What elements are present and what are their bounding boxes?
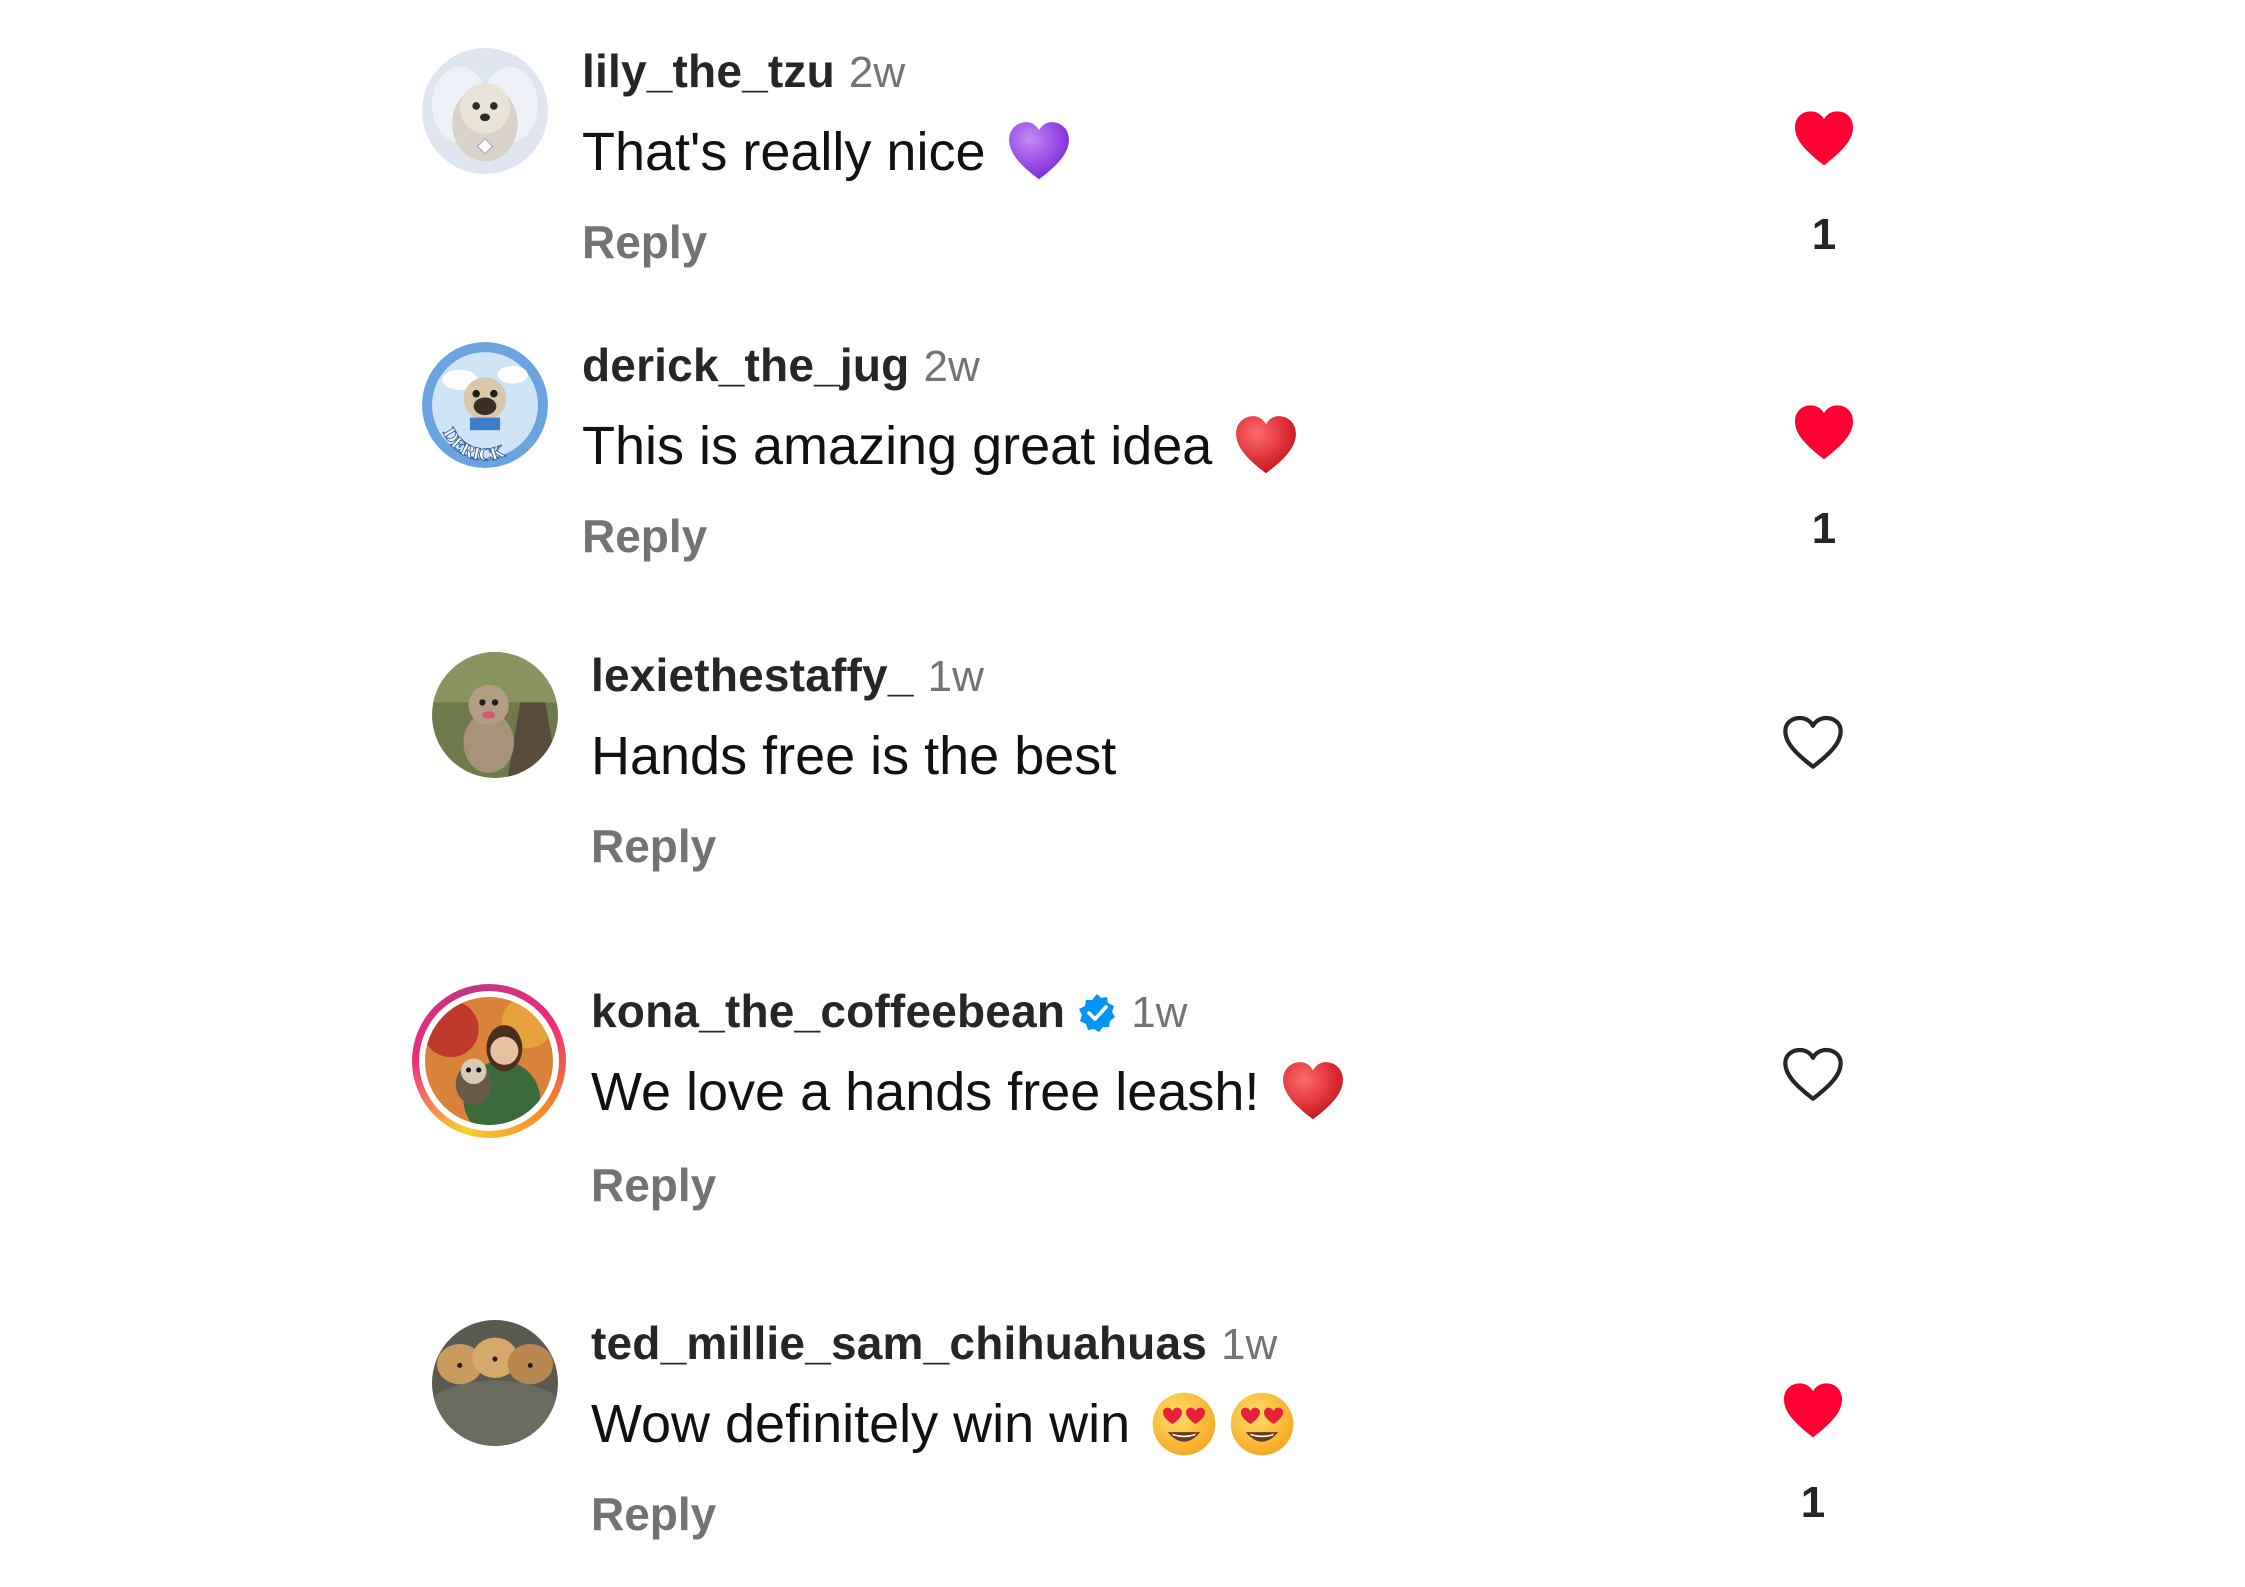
comment-header: derick_the_jug 2w bbox=[582, 338, 980, 394]
comment-body: This is amazing great idea bbox=[582, 416, 1213, 476]
heart-filled-icon[interactable] bbox=[1781, 1382, 1845, 1440]
comment-text: Hands free is the best bbox=[591, 720, 1116, 792]
comment-text: This is amazing great idea bbox=[582, 410, 1300, 482]
comment-header: lexiethestaffy_ 1w bbox=[591, 648, 984, 704]
comment-body: Wow definitely win win bbox=[591, 1394, 1131, 1454]
person-dog-avatar-image bbox=[425, 997, 553, 1125]
dog-avatar-image: DERICK bbox=[422, 342, 548, 468]
reply-button[interactable]: Reply bbox=[591, 1158, 716, 1212]
avatar[interactable] bbox=[432, 652, 558, 778]
verified-badge-icon bbox=[1077, 993, 1117, 1033]
comment-text: Wow definitely win win bbox=[591, 1388, 1296, 1460]
comment-body: Hands free is the best bbox=[591, 726, 1117, 786]
comment-text: We love a hands free leash! bbox=[591, 1056, 1347, 1128]
timestamp: 2w bbox=[923, 342, 980, 391]
comment-text: That's really nice bbox=[582, 116, 1073, 188]
dog-avatar-image bbox=[432, 652, 558, 778]
red-heart-emoji bbox=[1232, 412, 1300, 480]
avatar-story-ring[interactable] bbox=[412, 984, 566, 1138]
timestamp: 2w bbox=[848, 48, 906, 97]
timestamp: 1w bbox=[1131, 988, 1188, 1037]
comment-header: lily_the_tzu 2w bbox=[582, 44, 905, 100]
reply-button[interactable]: Reply bbox=[591, 819, 716, 873]
username-link[interactable]: kona_the_coffeebean bbox=[591, 984, 1065, 1038]
timestamp: 1w bbox=[1221, 1320, 1278, 1369]
username-link[interactable]: lexiethestaffy_ bbox=[591, 648, 914, 702]
comment-header: ted_millie_sam_chihuahuas 1w bbox=[591, 1316, 1277, 1372]
like-count: 1 bbox=[1800, 1478, 1826, 1527]
like-count: 1 bbox=[1811, 504, 1837, 553]
comment-item: lily_the_tzu 2w That's really nice Reply… bbox=[0, 0, 2245, 268]
avatar[interactable] bbox=[432, 1320, 558, 1446]
avatar[interactable]: DERICK bbox=[422, 342, 548, 468]
reply-button[interactable]: Reply bbox=[582, 509, 707, 563]
avatar bbox=[419, 991, 559, 1131]
heart-filled-icon[interactable] bbox=[1792, 110, 1856, 168]
reply-button[interactable]: Reply bbox=[582, 215, 707, 269]
dogs-avatar-image bbox=[432, 1320, 558, 1446]
avatar[interactable] bbox=[422, 48, 548, 174]
heart-outline-icon[interactable] bbox=[1781, 1046, 1845, 1104]
like-count: 1 bbox=[1811, 210, 1837, 259]
dog-avatar-image bbox=[422, 48, 548, 174]
heart-outline-icon[interactable] bbox=[1781, 714, 1845, 772]
comment-item: kona_the_coffeebean 1w We love a hands f… bbox=[0, 940, 2245, 1211]
comment-item: ted_millie_sam_chihuahuas 1w Wow definit… bbox=[0, 1272, 2245, 1540]
comment-body: That's really nice bbox=[582, 122, 986, 182]
heart-eyes-emoji bbox=[1150, 1390, 1218, 1458]
comment-header: kona_the_coffeebean 1w bbox=[591, 984, 1187, 1040]
comment-body: We love a hands free leash! bbox=[591, 1062, 1260, 1122]
username-link[interactable]: ted_millie_sam_chihuahuas bbox=[591, 1316, 1207, 1370]
reply-button[interactable]: Reply bbox=[591, 1487, 716, 1541]
purple-heart-emoji bbox=[1005, 118, 1073, 186]
username-link[interactable]: lily_the_tzu bbox=[582, 44, 835, 98]
timestamp: 1w bbox=[927, 652, 984, 701]
comment-item: lexiethestaffy_ 1w Hands free is the bes… bbox=[0, 604, 2245, 872]
red-heart-emoji bbox=[1279, 1058, 1347, 1126]
comment-item: DERICK derick_the_jug 2w This is amazing… bbox=[0, 294, 2245, 562]
heart-filled-icon[interactable] bbox=[1792, 404, 1856, 462]
heart-eyes-emoji bbox=[1228, 1390, 1296, 1458]
username-link[interactable]: derick_the_jug bbox=[582, 338, 909, 392]
